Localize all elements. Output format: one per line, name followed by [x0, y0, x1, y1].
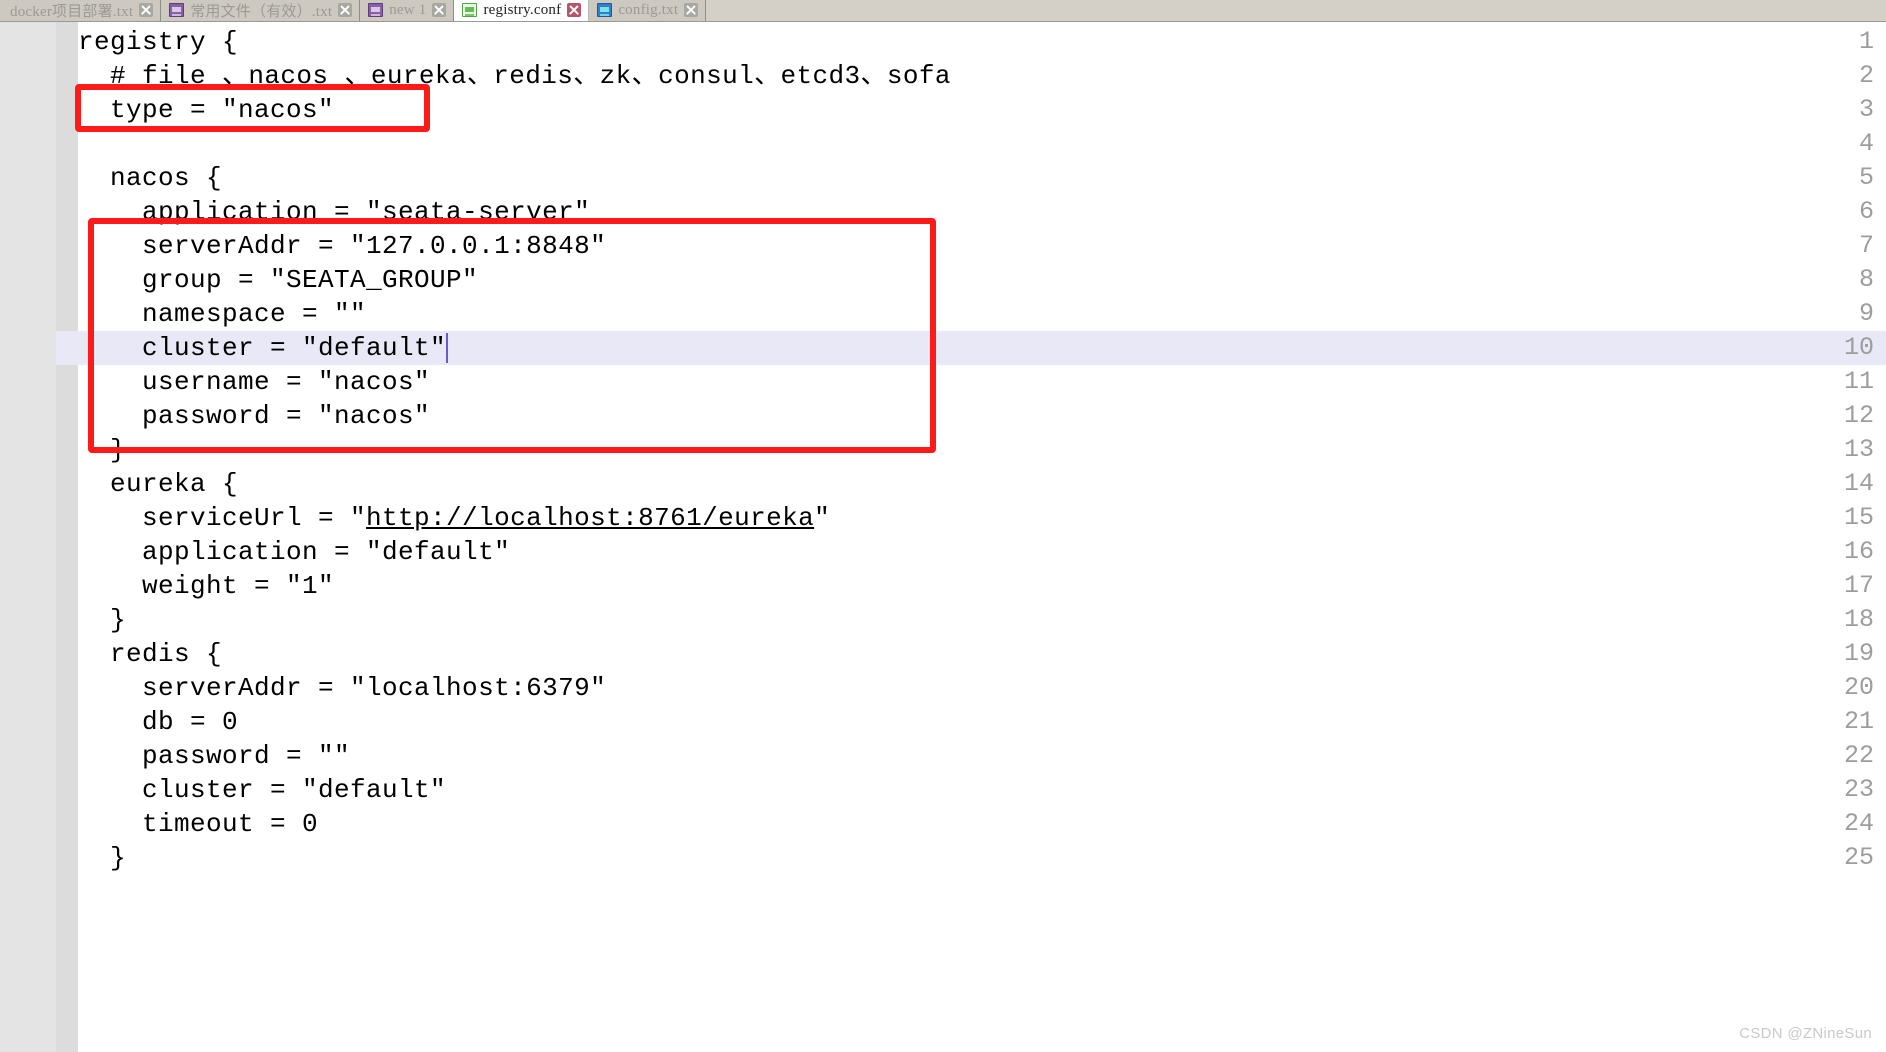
close-tab-icon[interactable] [567, 3, 582, 17]
tab-label: new 1 [389, 1, 427, 18]
document-icon-blue [597, 3, 613, 17]
code-line[interactable]: eureka { [78, 467, 238, 501]
code-line[interactable]: group = "SEATA_GROUP" [78, 263, 478, 297]
code-line[interactable]: } [78, 841, 126, 875]
tab-txt[interactable]: 常用文件（有效）.txt [161, 0, 361, 21]
code-line[interactable]: serverAddr = "localhost:6379" [78, 671, 606, 705]
code-line[interactable]: cluster = "default" [78, 773, 446, 807]
code-line[interactable]: # file 、nacos 、eureka、redis、zk、consul、et… [78, 59, 951, 93]
document-icon-green [462, 3, 478, 17]
code-line[interactable]: db = 0 [78, 705, 238, 739]
code-line[interactable]: timeout = 0 [78, 807, 318, 841]
notepad-plus-plus-window: docker项目部署.txt 常用文件（有效）.txt new 1 registry.… [0, 0, 1886, 1052]
text-caret [446, 333, 449, 363]
close-tab-icon[interactable] [338, 3, 353, 17]
tab-label: config.txt [618, 1, 679, 18]
tab-registry-conf[interactable]: registry.conf [454, 0, 590, 21]
hyperlink[interactable]: http://localhost:8761/eureka [366, 503, 814, 533]
code-line[interactable]: weight = "1" [78, 569, 334, 603]
document-tab-bar[interactable]: docker项目部署.txt 常用文件（有效）.txt new 1 registry.… [0, 0, 1886, 22]
gutter-fold-margin[interactable] [56, 22, 78, 1052]
tab-new-1[interactable]: new 1 [360, 0, 455, 21]
code-line[interactable]: redis { [78, 637, 222, 671]
code-editor[interactable]: 1 2 3 4 5 6 7 8 9 10 11 12 13 14 15 16 17 18 19 20 21 22 23 24 2… [0, 22, 1886, 1052]
code-line[interactable]: cluster = "default" [78, 331, 446, 365]
document-icon-purple [368, 3, 384, 17]
tab-config-txt[interactable]: config.txt [589, 0, 707, 21]
code-text-area[interactable]: registry { # file 、nacos 、eureka、redis、z… [78, 22, 1886, 1052]
close-tab-icon[interactable] [139, 3, 154, 17]
code-line[interactable]: serviceUrl = "http://localhost:8761/eure… [78, 501, 830, 535]
code-line[interactable]: type = "nacos" [78, 93, 334, 127]
watermark: CSDN @ZNineSun [1739, 1025, 1872, 1042]
document-icon-purple [169, 3, 185, 17]
code-line[interactable]: registry { [78, 25, 238, 59]
close-tab-icon[interactable] [432, 3, 447, 17]
tab-docker-txt[interactable]: docker项目部署.txt [0, 0, 162, 21]
close-tab-icon[interactable] [684, 3, 699, 17]
code-line[interactable]: application = "default" [78, 535, 510, 569]
code-line[interactable]: } [78, 603, 126, 637]
code-line[interactable]: nacos { [78, 161, 222, 195]
code-line[interactable]: } [78, 433, 126, 467]
code-line[interactable]: namespace = "" [78, 297, 366, 331]
tab-label: registry.conf [483, 1, 562, 18]
code-line[interactable]: serverAddr = "127.0.0.1:8848" [78, 229, 606, 263]
tab-label: docker项目部署.txt [10, 3, 134, 20]
code-line[interactable]: password = "nacos" [78, 399, 430, 433]
tab-label: 常用文件（有效）.txt [190, 3, 333, 20]
code-line[interactable]: application = "seata-server" [78, 195, 590, 229]
code-line[interactable]: password = "" [78, 739, 350, 773]
line-number-gutter [0, 22, 56, 1052]
code-line[interactable]: username = "nacos" [78, 365, 430, 399]
